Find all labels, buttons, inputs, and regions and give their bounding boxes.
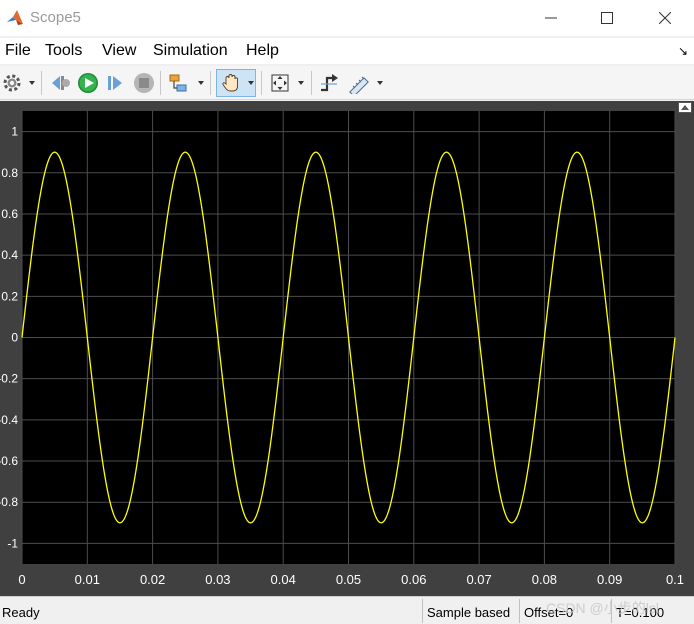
- matlab-icon: [6, 9, 24, 27]
- x-tick-label: 0.02: [140, 572, 165, 587]
- x-tick-label: 0.09: [597, 572, 622, 587]
- toolbar-separator: [210, 71, 211, 95]
- y-tick-label: -0.4: [0, 413, 18, 427]
- highlight-block-button[interactable]: [167, 70, 191, 96]
- stop-icon: [134, 73, 154, 93]
- toolbar-separator: [311, 71, 312, 95]
- y-tick-label: -0.2: [0, 372, 18, 386]
- dock-arrow-icon[interactable]: ↘: [678, 44, 688, 58]
- maximize-button[interactable]: [584, 0, 630, 36]
- chevron-down-icon[interactable]: [28, 79, 36, 87]
- stop-button[interactable]: [132, 70, 156, 96]
- toolbar-separator: [261, 71, 262, 95]
- toolbar: [0, 66, 694, 100]
- x-tick-labels: 0 0.01 0.02 0.03 0.04 0.05 0.06 0.07 0.08 0.09 0.1: [18, 572, 684, 587]
- settings-button[interactable]: [0, 70, 24, 96]
- x-tick-label: 0.03: [205, 572, 230, 587]
- cursor-measurements-button[interactable]: [346, 70, 370, 96]
- y-tick-label: 0: [11, 331, 18, 345]
- y-tick-label: 0.8: [1, 166, 18, 180]
- ruler-icon: [349, 76, 369, 94]
- y-tick-labels: 1 0.8 0.6 0.4 0.2 0 -0.2 -0.4 -0.6 -0.8 -1: [0, 125, 18, 551]
- y-tick-label: -1: [7, 536, 18, 550]
- triggers-button[interactable]: [317, 70, 341, 96]
- y-tick-label: 1: [11, 125, 18, 139]
- menu-help[interactable]: Help: [246, 42, 279, 60]
- step-forward-button[interactable]: [104, 70, 128, 96]
- close-button[interactable]: [642, 0, 688, 36]
- menu-simulation[interactable]: Simulation: [153, 42, 228, 60]
- run-button[interactable]: [76, 70, 100, 96]
- chevron-down-icon[interactable]: [247, 79, 255, 87]
- title-bar: Scope5: [0, 0, 694, 36]
- x-tick-label: 0.1: [666, 572, 684, 587]
- x-tick-label: 0.06: [401, 572, 426, 587]
- zoom-fit-icon: [271, 74, 289, 92]
- menu-view[interactable]: View: [102, 42, 136, 60]
- x-tick-label: 0.01: [75, 572, 100, 587]
- menu-tools[interactable]: Tools: [45, 42, 82, 60]
- highlight-block-icon: [169, 74, 187, 92]
- step-back-icon: [52, 76, 70, 90]
- chevron-down-icon[interactable]: [197, 79, 205, 87]
- y-tick-label: 0.6: [1, 207, 18, 221]
- zoom-fit-button[interactable]: [268, 70, 292, 96]
- window-title: Scope5: [30, 9, 81, 26]
- y-tick-label: 0.4: [1, 248, 18, 262]
- minimize-button[interactable]: [528, 0, 574, 36]
- status-separator: [519, 599, 520, 623]
- y-tick-label: 0.2: [1, 289, 18, 303]
- maximize-icon: [601, 12, 613, 24]
- chevron-down-icon[interactable]: [376, 79, 384, 87]
- toolbar-separator: [160, 71, 161, 95]
- step-forward-icon: [108, 76, 122, 90]
- triggers-icon: [321, 74, 338, 92]
- menu-bar: File Tools View Simulation Help ↘: [0, 38, 694, 64]
- watermark: CSDN @小步的lsl: [546, 600, 659, 616]
- chevron-down-icon[interactable]: [297, 79, 305, 87]
- undock-icon[interactable]: [678, 102, 692, 113]
- pan-button[interactable]: [219, 70, 243, 96]
- x-tick-label: 0.07: [466, 572, 491, 587]
- y-tick-label: -0.6: [0, 454, 18, 468]
- scope-plot[interactable]: 1 0.8 0.6 0.4 0.2 0 -0.2 -0.4 -0.6 -0.8 -1 0 0.01 0.…: [0, 101, 694, 596]
- status-separator: [422, 599, 423, 623]
- hand-icon: [222, 74, 238, 92]
- status-mode: Sample based: [427, 605, 511, 620]
- x-tick-label: 0: [18, 572, 25, 587]
- step-back-button[interactable]: [48, 70, 72, 96]
- toolbar-separator: [41, 71, 42, 95]
- status-state: Ready: [2, 605, 40, 620]
- minimize-icon: [545, 17, 557, 19]
- close-icon: [659, 12, 671, 24]
- x-tick-label: 0.08: [532, 572, 557, 587]
- run-icon: [78, 73, 98, 93]
- x-tick-label: 0.05: [336, 572, 361, 587]
- menu-file[interactable]: File: [5, 42, 31, 60]
- y-tick-label: -0.8: [0, 495, 18, 509]
- gear-icon: [3, 74, 21, 92]
- x-tick-label: 0.04: [271, 572, 296, 587]
